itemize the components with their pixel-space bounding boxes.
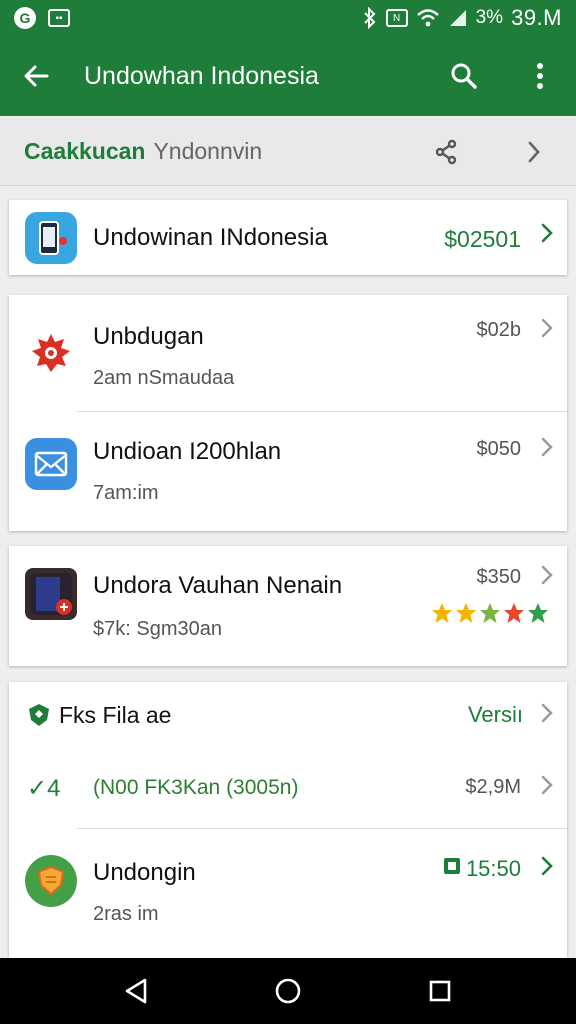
chevron-right-icon[interactable] [541,222,553,250]
red-badge-icon [25,327,77,379]
section-label: Fks Fila ae [59,702,172,728]
item-subtitle: 2am nSmaudaa [93,367,235,389]
bluetooth-icon [362,7,378,29]
summary-card[interactable]: Undowinan INdonesia $02501 [9,200,567,275]
chevron-right-icon[interactable] [541,436,553,464]
more-options-icon[interactable] [522,58,558,94]
game-app-icon [25,568,77,620]
versions-card: Fks Fila ae Versiı ✓4 (N00 FK3Kan (3005n… [9,682,567,958]
chevron-right-icon[interactable] [541,774,553,802]
breadcrumb-primary[interactable]: Caakkucan [24,138,145,165]
list-item[interactable]: Undongin 2ras im 15:50 [9,829,567,949]
price: $02501 [444,226,521,252]
status-bar: G ▪▪ N 3% 39.M [0,0,576,36]
star-icon [456,603,476,623]
ticket-icon [442,855,462,883]
app-bar: Undowhan Indonesia [0,36,576,116]
item-subtitle: 2ras im [93,903,159,925]
item-price: $2,9M [465,776,521,798]
check-count: ✓4 [27,775,61,802]
transactions-card: Unbdugan 2am nSmaudaa $02b Undioan I200h… [9,295,567,531]
chevron-right-icon[interactable] [541,855,553,883]
star-empty-icon [528,603,548,623]
list-item[interactable]: Unbdugan 2am nSmaudaa $02b [9,295,567,411]
item-price: 15:50 [442,855,521,883]
home-icon[interactable] [270,973,306,1009]
recents-icon[interactable] [422,973,458,1009]
chevron-right-icon[interactable] [541,702,553,730]
card-title: Undowinan INdonesia [93,224,328,251]
shield-icon [27,702,51,733]
page-title: Undowhan Indonesia [84,61,319,90]
breadcrumb-bar: Caakkucan Yndonnvin [0,118,576,186]
item-title: Undongin [93,859,196,886]
shield-app-icon [25,855,77,907]
item-title: Unbdugan [93,323,204,350]
star-icon [432,603,452,623]
item-price: $02b [476,319,522,341]
item-text: (N00 FK3Kan (3005n) [93,776,299,799]
breadcrumb-secondary: Yndonnvin [153,138,263,164]
battery-level: 3% [475,7,504,28]
g-icon: G [14,7,36,29]
chevron-right-icon[interactable] [541,564,553,592]
wifi-icon [416,8,440,28]
phone-app-icon [25,212,77,264]
item-price: $350 [476,566,522,588]
signal-icon [448,8,468,28]
item-price: $050 [476,438,522,460]
notification-box-icon: ▪▪ [48,9,70,27]
list-item[interactable]: ✓4 (N00 FK3Kan (3005n) $2,9M [9,754,567,826]
email-icon [25,438,77,490]
share-icon[interactable] [428,134,464,170]
back-icon[interactable] [118,973,154,1009]
clock: 39.M [511,5,562,30]
system-nav-bar [0,958,576,1024]
list-item[interactable]: Undioan I200hlan 7am:im $050 [9,412,567,531]
back-arrow-icon[interactable] [18,58,54,94]
item-subtitle: $7k: Sgm30an [93,618,222,640]
search-icon[interactable] [446,58,482,94]
nfc-icon: N [385,9,408,27]
version-link[interactable]: Versiı [468,702,523,728]
item-title: Undora Vauhan Nenain [93,572,343,599]
chevron-right-icon[interactable] [541,317,553,345]
game-card[interactable]: Undora Vauhan Nenain $7k: Sgm30an $350 [9,546,567,666]
rating-stars [431,602,549,624]
star-icon [504,603,524,623]
star-icon [480,603,500,623]
item-title: Undioan I200hlan [93,438,282,465]
item-subtitle: 7am:im [93,482,159,504]
section-header[interactable]: Fks Fila ae Versiı [9,682,567,748]
price-value: 15:50 [465,856,521,881]
chevron-right-icon[interactable] [516,134,552,170]
